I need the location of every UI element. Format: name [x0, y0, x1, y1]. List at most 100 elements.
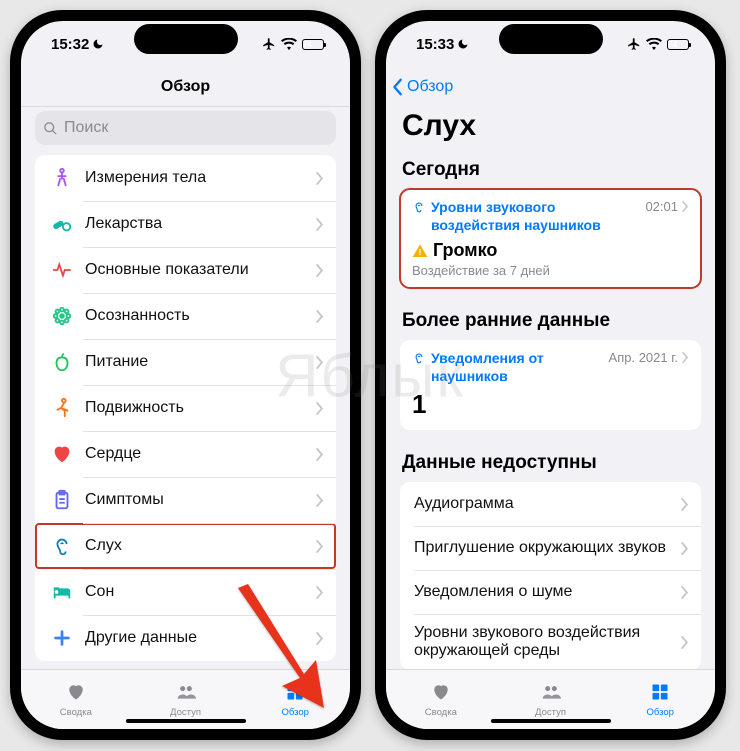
- chevron-right-icon: [316, 356, 324, 369]
- home-indicator[interactable]: [491, 719, 611, 723]
- category-label: Сердце: [85, 445, 316, 463]
- tab-label: Обзор: [646, 707, 673, 718]
- chevron-right-icon: [681, 636, 689, 649]
- category-label: Измерения тела: [85, 169, 316, 187]
- unavailable-row[interactable]: Уровни звукового воздействия окружающей …: [400, 614, 701, 669]
- page-title: Слух: [386, 107, 715, 153]
- status-time: 15:32: [51, 36, 89, 53]
- phone-left: 15:32 74 Обзор Поиск Измерен: [10, 10, 361, 740]
- phone-right: 15:33 74 Обзор Слух С: [375, 10, 726, 740]
- mind-icon: [49, 303, 75, 329]
- nav-bar: Обзор: [21, 67, 350, 107]
- category-label: Основные показатели: [85, 261, 316, 279]
- chevron-left-icon: [392, 78, 404, 96]
- chevron-right-icon: [682, 201, 689, 212]
- battery-icon: 74: [302, 39, 324, 50]
- tab-label: Доступ: [170, 707, 201, 718]
- chevron-right-icon: [681, 498, 689, 511]
- category-label: Подвижность: [85, 399, 316, 417]
- chevron-right-icon: [681, 542, 689, 555]
- row-label: Уровни звукового воздействия окружающей …: [414, 624, 681, 660]
- ear-icon: [412, 199, 426, 213]
- unavailable-list: Аудиограмма Приглушение окружающих звуков…: [400, 482, 701, 669]
- tab-heart[interactable]: Сводка: [386, 670, 496, 729]
- plus-icon: [49, 625, 75, 651]
- grid-icon: [649, 682, 671, 705]
- body-icon: [49, 165, 75, 191]
- battery-icon: 74: [667, 39, 689, 50]
- ear-icon: [49, 533, 75, 559]
- wifi-icon: [281, 38, 297, 50]
- category-row-clipboard[interactable]: Симптомы: [35, 477, 336, 523]
- search-placeholder: Поиск: [64, 119, 108, 137]
- dynamic-island: [499, 24, 603, 54]
- earlier-time: Апр. 2021 г.: [609, 350, 678, 365]
- airplane-icon: [262, 37, 276, 51]
- pills-icon: [49, 211, 75, 237]
- section-header-today: Сегодня: [386, 153, 715, 189]
- tab-heart[interactable]: Сводка: [21, 670, 131, 729]
- warning-icon: [412, 243, 428, 259]
- category-row-mobility[interactable]: Подвижность: [35, 385, 336, 431]
- category-row-heart[interactable]: Сердце: [35, 431, 336, 477]
- category-row-mind[interactable]: Осознанность: [35, 293, 336, 339]
- section-header-unavailable: Данные недоступны: [386, 446, 715, 482]
- heart-icon: [430, 682, 452, 705]
- nav-title: Обзор: [161, 78, 210, 96]
- status-time: 15:33: [416, 36, 454, 53]
- ear-icon: [412, 350, 426, 364]
- earlier-value: 1: [412, 389, 689, 420]
- chevron-right-icon: [681, 586, 689, 599]
- earlier-card[interactable]: Уведомления от наушников Апр. 2021 г. 1: [400, 340, 701, 430]
- category-row-vitals[interactable]: Основные показатели: [35, 247, 336, 293]
- bed-icon: [49, 579, 75, 605]
- tab-grid[interactable]: Обзор: [605, 670, 715, 729]
- airplane-icon: [627, 37, 641, 51]
- chevron-right-icon: [316, 448, 324, 461]
- chevron-right-icon: [316, 494, 324, 507]
- row-label: Приглушение окружающих звуков: [414, 539, 681, 557]
- tab-label: Сводка: [60, 707, 92, 718]
- today-title: Уровни звукового воздействия наушников: [431, 199, 637, 234]
- people-icon: [540, 682, 562, 705]
- today-time: 02:01: [645, 199, 678, 214]
- mobility-icon: [49, 395, 75, 421]
- people-icon: [175, 682, 197, 705]
- category-label: Симптомы: [85, 491, 316, 509]
- nav-bar: Обзор: [386, 67, 715, 107]
- back-button[interactable]: Обзор: [386, 78, 453, 96]
- earlier-title: Уведомления от наушников: [431, 350, 601, 385]
- search-input[interactable]: Поиск: [35, 111, 336, 145]
- chevron-right-icon: [316, 310, 324, 323]
- unavailable-row[interactable]: Приглушение окружающих звуков: [400, 526, 701, 570]
- today-card[interactable]: Уровни звукового воздействия наушников 0…: [400, 189, 701, 288]
- dynamic-island: [134, 24, 238, 54]
- annotation-arrow: [220, 580, 340, 720]
- vitals-icon: [49, 257, 75, 283]
- moon-icon: [457, 38, 469, 50]
- category-row-pills[interactable]: Лекарства: [35, 201, 336, 247]
- category-label: Осознанность: [85, 307, 316, 325]
- tab-label: Доступ: [535, 707, 566, 718]
- category-row-ear[interactable]: Слух: [35, 523, 336, 569]
- tab-label: Сводка: [425, 707, 457, 718]
- category-row-apple[interactable]: Питание: [35, 339, 336, 385]
- today-value: Громко: [433, 240, 497, 261]
- apple-icon: [49, 349, 75, 375]
- unavailable-row[interactable]: Уведомления о шуме: [400, 570, 701, 614]
- category-label: Питание: [85, 353, 316, 371]
- moon-icon: [92, 38, 104, 50]
- chevron-right-icon: [682, 352, 689, 363]
- clipboard-icon: [49, 487, 75, 513]
- category-row-body[interactable]: Измерения тела: [35, 155, 336, 201]
- category-label: Слух: [85, 537, 316, 555]
- heart-icon: [49, 441, 75, 467]
- unavailable-row[interactable]: Аудиограмма: [400, 482, 701, 526]
- search-icon: [43, 121, 58, 136]
- chevron-right-icon: [316, 402, 324, 415]
- category-label: Лекарства: [85, 215, 316, 233]
- chevron-right-icon: [316, 172, 324, 185]
- row-label: Уведомления о шуме: [414, 583, 681, 601]
- chevron-right-icon: [316, 540, 324, 553]
- chevron-right-icon: [316, 218, 324, 231]
